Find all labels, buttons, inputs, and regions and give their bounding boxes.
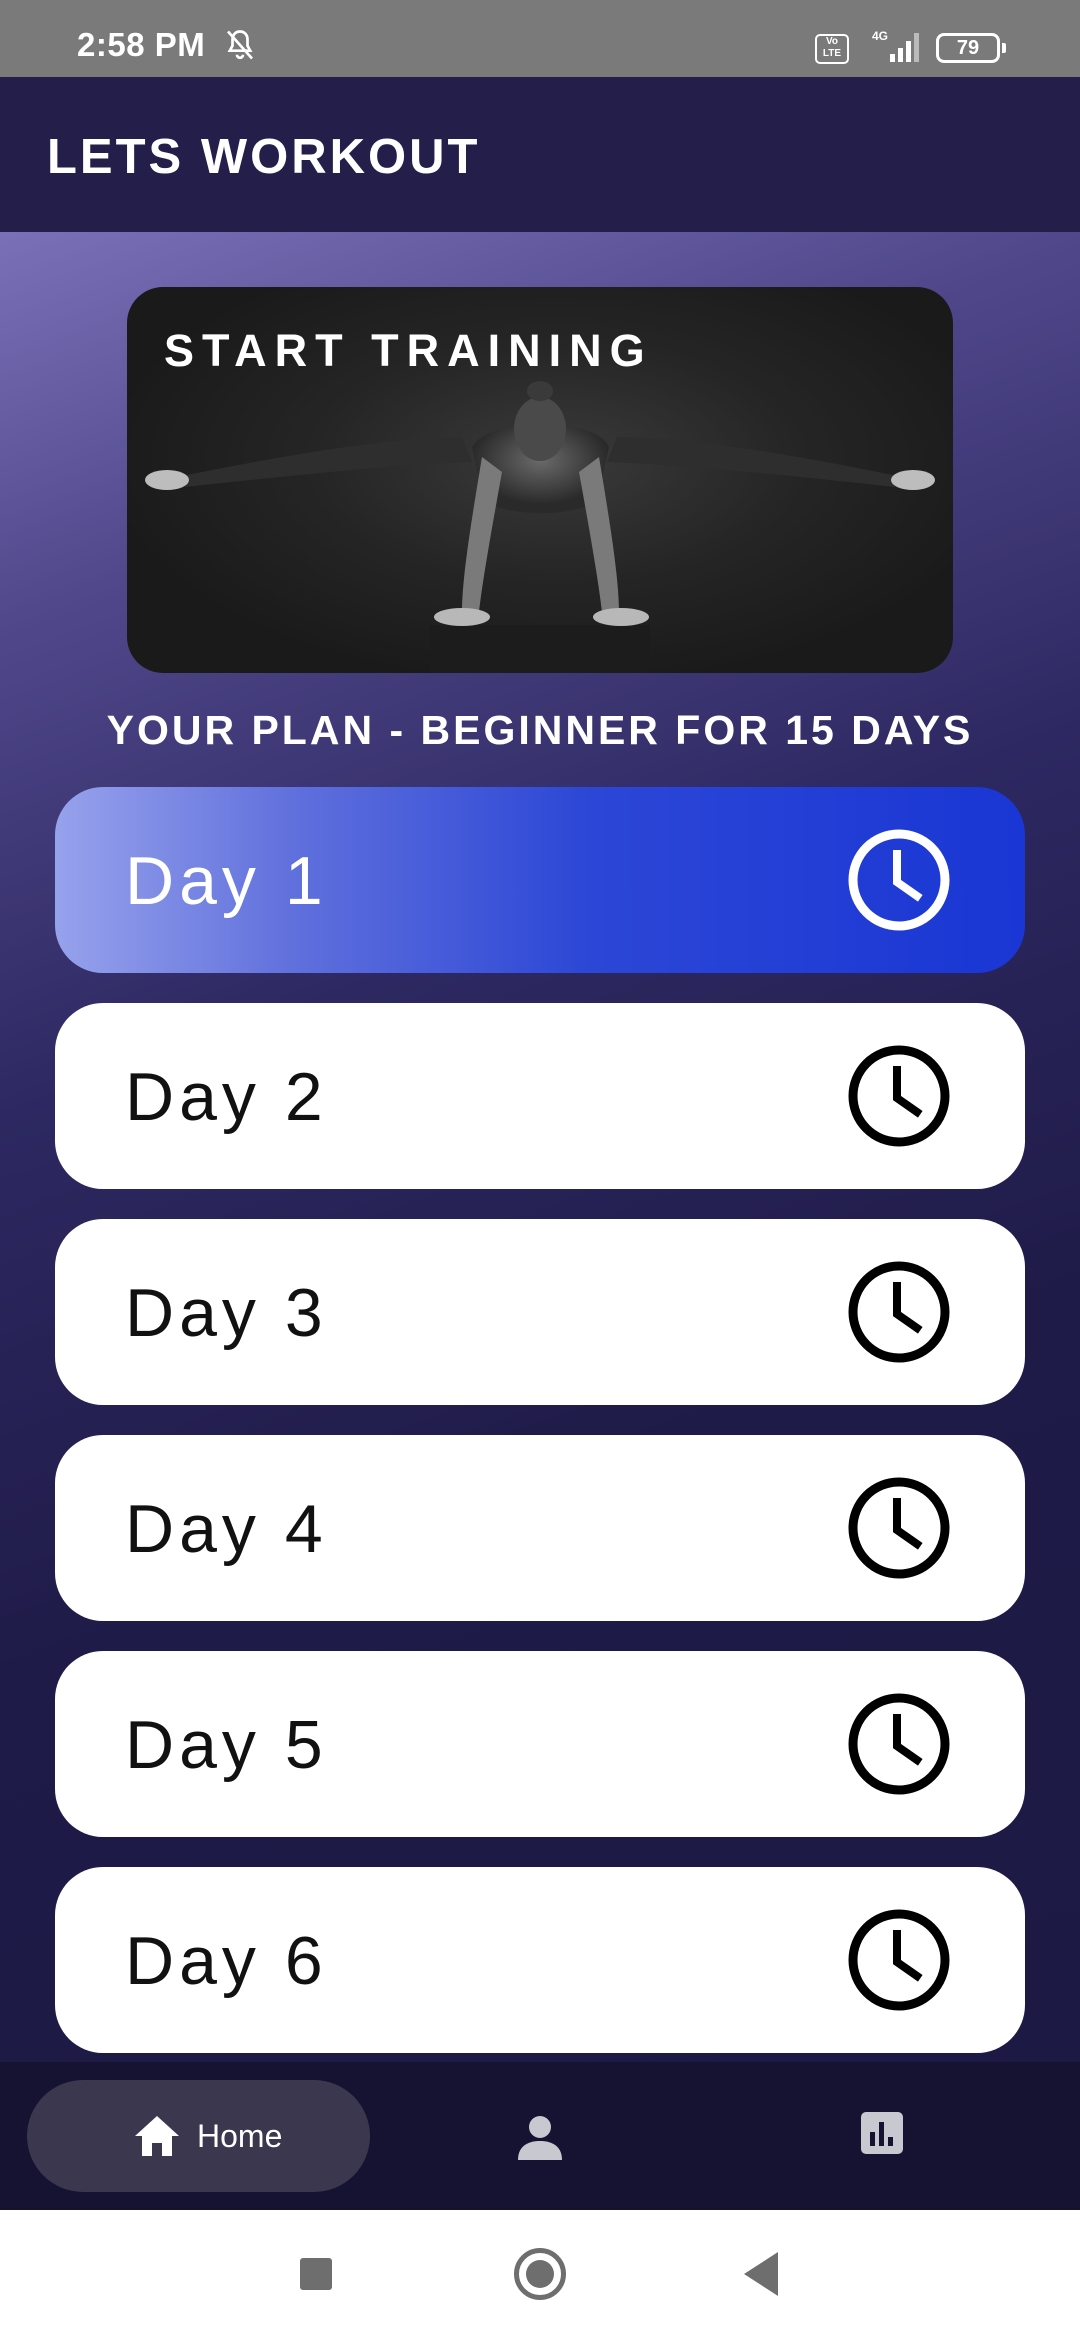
clock-icon [848,1477,950,1579]
nav-home-label: Home [197,2118,283,2154]
day-label: Day 4 [125,1491,328,1567]
status-time: 2:58 PM [77,26,206,63]
volte-icon: Vo LTE [815,34,849,64]
app-title: LETS WORKOUT [47,130,481,184]
network-type-label: 4G [872,29,888,43]
day-card-4[interactable]: Day 4 [55,1435,1025,1621]
clock-icon [848,1693,950,1795]
clock-icon [848,1909,950,2011]
day-card-3[interactable]: Day 3 [55,1219,1025,1405]
day-card-6[interactable]: Day 6 [55,1867,1025,2053]
battery-icon: 79 [936,33,1006,63]
recents-button[interactable] [300,2258,332,2290]
nav-home-button[interactable]: Home [27,2080,370,2192]
plan-title: YOUR PLAN - BEGINNER FOR 15 DAYS [106,707,974,753]
profile-icon[interactable] [514,2112,566,2164]
stats-icon[interactable] [857,2108,907,2158]
status-bar: 2:58 PM Vo LTE 4G 79 [0,0,1080,77]
day-card-2[interactable]: Day 2 [55,1003,1025,1189]
bottom-nav: Home [0,2062,1080,2210]
day-card-5[interactable]: Day 5 [55,1651,1025,1837]
day-label: Day 5 [125,1707,328,1783]
clock-icon [848,829,950,931]
clock-icon [848,1261,950,1363]
day-card-1[interactable]: Day 1 [55,787,1025,973]
home-icon [135,2116,179,2156]
main-content: START TRAINING YOUR PLAN - BEGINNER FOR … [0,232,1080,2062]
bell-off-icon [226,30,254,60]
day-label: Day 2 [125,1059,328,1135]
day-label: Day 3 [125,1275,328,1351]
system-nav-bar [0,2210,1080,2340]
app-bar: LETS WORKOUT [0,77,1080,232]
back-button[interactable] [744,2252,778,2296]
day-label: Day 1 [125,843,328,919]
home-system-button[interactable] [514,2248,566,2300]
day-label: Day 6 [125,1923,328,1999]
start-training-card[interactable]: START TRAINING [127,287,953,673]
signal-icon: 4G [872,29,919,62]
start-training-title: START TRAINING [164,325,653,376]
clock-icon [848,1045,950,1147]
